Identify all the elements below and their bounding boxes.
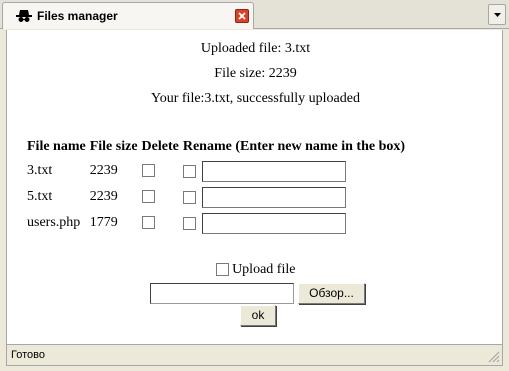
uploaded-file-message: Uploaded file: 3.txt bbox=[200, 41, 311, 56]
spy-icon bbox=[16, 9, 32, 23]
files-manager-window: Files manager Uploaded file: 3.txt File … bbox=[0, 0, 509, 371]
table-row: 3.txt 2239 bbox=[27, 158, 409, 184]
rename-checkbox[interactable] bbox=[182, 164, 196, 178]
table-row: users.php 1779 bbox=[27, 210, 409, 236]
rename-input[interactable] bbox=[201, 186, 346, 208]
upload-file-checkbox[interactable] bbox=[215, 263, 229, 277]
header-rename: Rename (Enter new name in the box) bbox=[182, 139, 406, 154]
delete-checkbox[interactable] bbox=[141, 216, 155, 230]
files-table: File name File size Delete Rename (Enter… bbox=[27, 136, 409, 236]
header-file-size: File size bbox=[89, 139, 138, 154]
file-size-cell: 2239 bbox=[89, 189, 118, 204]
tab-bar: Files manager bbox=[0, 0, 509, 29]
header-delete: Delete bbox=[141, 139, 179, 154]
status-bar: Готово bbox=[6, 344, 503, 366]
rename-input[interactable] bbox=[201, 212, 346, 234]
browse-button[interactable]: Обзор... bbox=[298, 283, 365, 304]
status-text: Готово bbox=[11, 349, 45, 361]
resize-grip-icon[interactable] bbox=[487, 350, 500, 363]
tab-list-menu-button[interactable] bbox=[488, 4, 506, 25]
tab-files-manager[interactable]: Files manager bbox=[2, 2, 254, 29]
rename-input[interactable] bbox=[201, 160, 346, 182]
file-name-cell: 5.txt bbox=[27, 189, 53, 204]
ok-button[interactable]: ok bbox=[240, 305, 276, 326]
chevron-down-icon bbox=[494, 13, 501, 17]
table-row: 5.txt 2239 bbox=[27, 184, 409, 210]
file-name-cell: users.php bbox=[27, 215, 81, 230]
file-path-input[interactable] bbox=[150, 283, 294, 304]
file-name-cell: 3.txt bbox=[27, 163, 53, 178]
upload-file-option: Upload file bbox=[7, 262, 504, 278]
delete-checkbox[interactable] bbox=[141, 190, 155, 204]
file-size-cell: 2239 bbox=[89, 163, 118, 178]
upload-file-label: Upload file bbox=[232, 262, 296, 277]
header-file-name: File name bbox=[27, 139, 86, 154]
close-icon[interactable] bbox=[235, 9, 249, 23]
rename-checkbox[interactable] bbox=[182, 190, 196, 204]
file-size-message: File size: 2239 bbox=[214, 66, 297, 81]
file-size-cell: 1779 bbox=[89, 215, 118, 230]
page-content: Uploaded file: 3.txt File size: 2239 You… bbox=[6, 30, 503, 344]
table-header-row: File name File size Delete Rename (Enter… bbox=[27, 136, 409, 158]
delete-checkbox[interactable] bbox=[141, 164, 155, 178]
success-message: Your file:3.txt, successfully uploaded bbox=[151, 91, 360, 106]
tab-title: Files manager bbox=[37, 9, 118, 23]
rename-checkbox[interactable] bbox=[182, 216, 196, 230]
